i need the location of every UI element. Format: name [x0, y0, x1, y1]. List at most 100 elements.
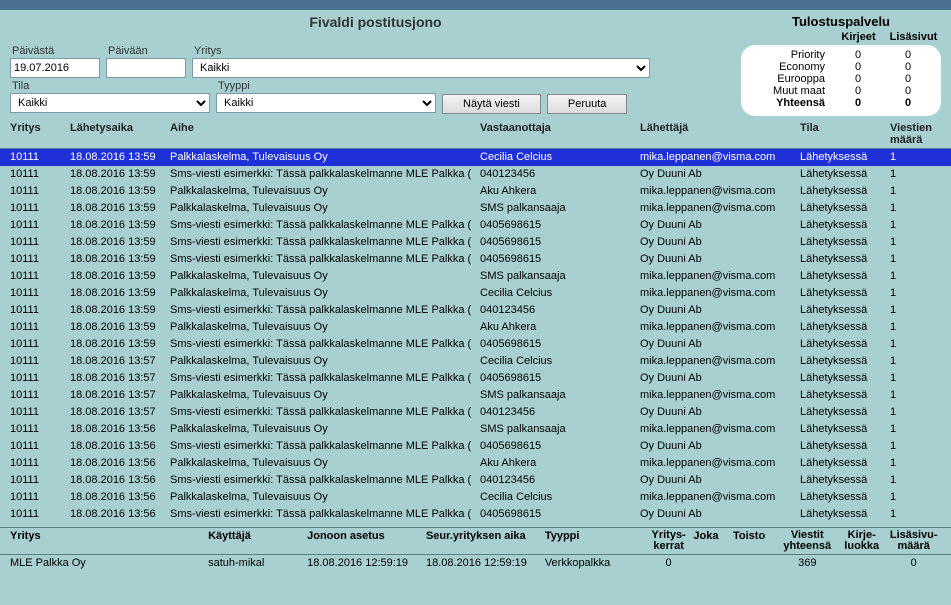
cell-lahettaja: Oy Duuni Ab — [640, 251, 800, 268]
sr-vy: 369 — [778, 557, 837, 569]
cell-aihe: Palkkalaskelma, Tulevaisuus Oy — [170, 183, 480, 200]
table-row[interactable]: 1011118.08.2016 13:59Palkkalaskelma, Tul… — [0, 200, 951, 217]
cell-yritys: 10111 — [10, 200, 70, 217]
tulostus-panel: Priority00Economy00Eurooppa00Muut maat00… — [741, 45, 941, 116]
cell-vastaanottaja: 0405698615 — [480, 438, 640, 455]
cell-aihe: Palkkalaskelma, Tulevaisuus Oy — [170, 421, 480, 438]
col-tila: Tila — [800, 122, 890, 146]
tila-select[interactable]: Kaikki — [10, 93, 210, 113]
cell-aihe: Sms-viesti esimerkki: Tässä palkkalaskel… — [170, 438, 480, 455]
cell-lahettaja: mika.leppanen@visma.com — [640, 455, 800, 472]
cell-aihe: Sms-viesti esimerkki: Tässä palkkalaskel… — [170, 234, 480, 251]
tp-label: Eurooppa — [749, 73, 833, 85]
cell-lahettaja: Oy Duuni Ab — [640, 234, 800, 251]
cell-yritys: 10111 — [10, 421, 70, 438]
tulostus-row: Priority00 — [749, 49, 933, 61]
cell-tila: Lähetyksessä — [800, 353, 890, 370]
sh-seur: Seur.yrityksen aika — [426, 530, 545, 552]
window-titlebar — [0, 0, 951, 10]
cell-lahetys: 18.08.2016 13:57 — [70, 404, 170, 421]
cell-tila: Lähetyksessä — [800, 506, 890, 523]
table-row[interactable]: 1011118.08.2016 13:59Sms-viesti esimerkk… — [0, 217, 951, 234]
cell-aihe: Sms-viesti esimerkki: Tässä palkkalaskel… — [170, 370, 480, 387]
cell-lahetys: 18.08.2016 13:56 — [70, 421, 170, 438]
table-row[interactable]: 1011118.08.2016 13:59Sms-viesti esimerkk… — [0, 302, 951, 319]
tp-lisasivut: 0 — [883, 61, 933, 73]
table-row[interactable]: 1011118.08.2016 13:59Palkkalaskelma, Tul… — [0, 319, 951, 336]
tp-label: Economy — [749, 61, 833, 73]
sh-viestit: Viestityhteensä — [778, 530, 837, 552]
cell-yritys: 10111 — [10, 268, 70, 285]
summary-row[interactable]: MLE Palkka Oy satuh-mikal 18.08.2016 12:… — [0, 555, 951, 571]
cell-maara: 1 — [890, 421, 930, 438]
cell-tila: Lähetyksessä — [800, 387, 890, 404]
paivasta-input[interactable] — [10, 58, 100, 78]
table-row[interactable]: 1011118.08.2016 13:59Sms-viesti esimerkk… — [0, 251, 951, 268]
nayta-viesti-button[interactable]: Näytä viesti — [442, 94, 541, 114]
table-row[interactable]: 1011118.08.2016 13:57Palkkalaskelma, Tul… — [0, 387, 951, 404]
cell-yritys: 10111 — [10, 455, 70, 472]
cell-lahetys: 18.08.2016 13:59 — [70, 251, 170, 268]
table-row[interactable]: 1011118.08.2016 13:59Palkkalaskelma, Tul… — [0, 183, 951, 200]
cell-lahetys: 18.08.2016 13:59 — [70, 268, 170, 285]
cell-aihe: Palkkalaskelma, Tulevaisuus Oy — [170, 319, 480, 336]
tp-label: Priority — [749, 49, 833, 61]
cell-yritys: 10111 — [10, 472, 70, 489]
table-row[interactable]: 1011118.08.2016 13:56Palkkalaskelma, Tul… — [0, 421, 951, 438]
cell-maara: 1 — [890, 353, 930, 370]
table-row[interactable]: 1011118.08.2016 13:59Sms-viesti esimerkk… — [0, 234, 951, 251]
cell-vastaanottaja: SMS palkansaaja — [480, 268, 640, 285]
cell-tila: Lähetyksessä — [800, 489, 890, 506]
cell-lahettaja: mika.leppanen@visma.com — [640, 319, 800, 336]
paivaan-label: Päivään — [106, 45, 186, 57]
table-row[interactable]: 1011118.08.2016 13:59Palkkalaskelma, Tul… — [0, 149, 951, 166]
tp-kirjeet: 0 — [833, 85, 883, 97]
table-row[interactable]: 1011118.08.2016 13:57Sms-viesti esimerkk… — [0, 404, 951, 421]
cell-lahettaja: mika.leppanen@visma.com — [640, 183, 800, 200]
table-row[interactable]: 1011118.08.2016 13:56Palkkalaskelma, Tul… — [0, 489, 951, 506]
cell-tila: Lähetyksessä — [800, 183, 890, 200]
cell-aihe: Sms-viesti esimerkki: Tässä palkkalaskel… — [170, 472, 480, 489]
cell-vastaanottaja: Cecilia Celcius — [480, 149, 640, 166]
table-row[interactable]: 1011118.08.2016 13:56Palkkalaskelma, Tul… — [0, 455, 951, 472]
cell-lahettaja: Oy Duuni Ab — [640, 370, 800, 387]
tulostus-row: Eurooppa00 — [749, 73, 933, 85]
table-row[interactable]: 1011118.08.2016 13:59Sms-viesti esimerkk… — [0, 336, 951, 353]
cell-aihe: Palkkalaskelma, Tulevaisuus Oy — [170, 387, 480, 404]
cell-vastaanottaja: 040123456 — [480, 472, 640, 489]
paivaan-input[interactable] — [106, 58, 186, 78]
cell-maara: 1 — [890, 285, 930, 302]
cell-lahettaja: Oy Duuni Ab — [640, 506, 800, 523]
col-vastaanottaja: Vastaanottaja — [480, 122, 640, 146]
cell-aihe: Palkkalaskelma, Tulevaisuus Oy — [170, 489, 480, 506]
tp-lisasivut: 0 — [883, 73, 933, 85]
summary-header: Yritys Käyttäjä Jonoon asetus Seur.yrity… — [0, 527, 951, 555]
table-row[interactable]: 1011118.08.2016 13:57Sms-viesti esimerkk… — [0, 370, 951, 387]
cell-lahetys: 18.08.2016 13:59 — [70, 183, 170, 200]
table-row[interactable]: 1011118.08.2016 13:59Palkkalaskelma, Tul… — [0, 285, 951, 302]
cell-vastaanottaja: 0405698615 — [480, 336, 640, 353]
table-row[interactable]: 1011118.08.2016 13:56Sms-viesti esimerkk… — [0, 506, 951, 523]
yritys-select[interactable]: Kaikki — [192, 58, 650, 78]
table-row[interactable]: 1011118.08.2016 13:59Sms-viesti esimerkk… — [0, 166, 951, 183]
cell-lahettaja: Oy Duuni Ab — [640, 438, 800, 455]
peruuta-button[interactable]: Peruuta — [547, 94, 628, 114]
cell-lahettaja: mika.leppanen@visma.com — [640, 489, 800, 506]
grid-body[interactable]: 1011118.08.2016 13:59Palkkalaskelma, Tul… — [0, 149, 951, 523]
cell-maara: 1 — [890, 200, 930, 217]
sh-yrityskerrat: Yritys-kerrat — [644, 530, 694, 552]
cell-vastaanottaja: Aku Ahkera — [480, 319, 640, 336]
table-row[interactable]: 1011118.08.2016 13:56Sms-viesti esimerkk… — [0, 472, 951, 489]
table-row[interactable]: 1011118.08.2016 13:57Palkkalaskelma, Tul… — [0, 353, 951, 370]
tulostus-title: Tulostuspalvelu — [741, 14, 941, 29]
table-row[interactable]: 1011118.08.2016 13:56Sms-viesti esimerkk… — [0, 438, 951, 455]
tyyppi-select[interactable]: Kaikki — [216, 93, 436, 113]
cell-vastaanottaja: 040123456 — [480, 302, 640, 319]
cell-lahetys: 18.08.2016 13:59 — [70, 217, 170, 234]
table-row[interactable]: 1011118.08.2016 13:59Palkkalaskelma, Tul… — [0, 268, 951, 285]
tp-kirjeet: 0 — [833, 61, 883, 73]
cell-vastaanottaja: 0405698615 — [480, 251, 640, 268]
cell-maara: 1 — [890, 302, 930, 319]
col-kirjeet: Kirjeet — [831, 31, 886, 43]
grid-header: Yritys Lähetysaika Aihe Vastaanottaja Lä… — [0, 122, 951, 149]
